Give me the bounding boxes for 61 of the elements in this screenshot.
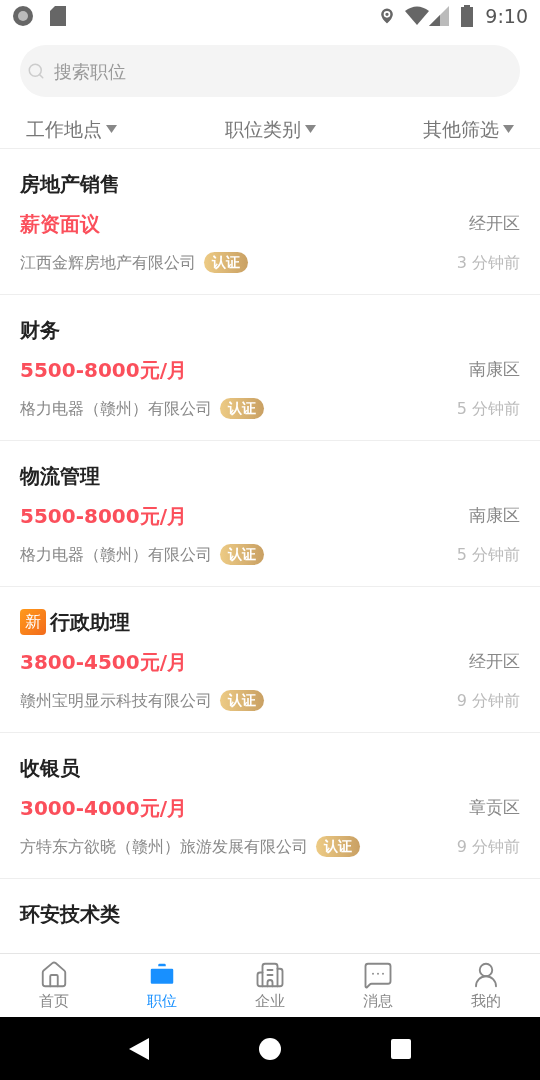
search-field[interactable]: 搜索职位: [20, 45, 520, 97]
post-time: 9 分钟前: [456, 689, 520, 712]
job-card[interactable]: 财务 5500-8000元/月 南康区 格力电器（赣州）有限公司 认证 5 分钟前: [0, 294, 540, 441]
nav-tab[interactable]: 职位: [108, 954, 216, 1017]
job-card[interactable]: 房地产销售 薪资面议 经开区 江西金辉房地产有限公司 认证 3 分钟前: [0, 148, 540, 295]
certified-badge: 认证: [316, 836, 360, 857]
clock-time: 9:10: [485, 3, 528, 29]
district: 南康区: [469, 503, 520, 527]
signal-icon: [429, 6, 450, 26]
job-card[interactable]: 物流管理 5500-8000元/月 南康区 格力电器（赣州）有限公司 认证 5 分钟前: [0, 440, 540, 587]
salary: 5500-8000元/月: [20, 356, 187, 384]
circle-icon: [12, 5, 34, 27]
messages-icon: [363, 960, 393, 990]
new-badge: 新: [20, 608, 46, 635]
post-time: 3 分钟前: [456, 251, 520, 274]
job-title: 行政助理: [50, 608, 130, 636]
job-title: 收银员: [20, 754, 80, 782]
company-name: 方特东方欲晓（赣州）旅游发展有限公司: [20, 835, 308, 858]
filter-dropdown[interactable]: 工作地点: [26, 115, 117, 144]
district: 经开区: [469, 649, 520, 673]
caret-icon: [106, 125, 117, 134]
salary: 5500-8000元/月: [20, 502, 187, 530]
nav-tab[interactable]: 我的: [432, 954, 540, 1017]
job-title: 环安技术类: [20, 900, 120, 928]
certified-badge: 认证: [204, 252, 248, 273]
nav-tab[interactable]: 消息: [324, 954, 432, 1017]
district: 章贡区: [469, 795, 520, 819]
job-title: 财务: [20, 316, 60, 344]
salary: 3000-4000元/月: [20, 794, 187, 822]
battery-icon: [461, 5, 474, 27]
recents-icon[interactable]: [391, 1038, 411, 1059]
salary: 薪资面议: [20, 210, 100, 238]
job-card[interactable]: 新 行政助理 3800-4500元/月 经开区 赣州宝明显示科技有限公司 认证 9 分钟前: [0, 586, 540, 733]
district: 南康区: [469, 357, 520, 381]
post-time: 9 分钟前: [456, 835, 520, 858]
company-icon: [255, 960, 285, 990]
salary: 3800-4500元/月: [20, 648, 187, 676]
job-title: 房地产销售: [20, 170, 120, 198]
home-button-icon[interactable]: [259, 1037, 281, 1060]
home-icon: [39, 960, 69, 990]
company-name: 江西金辉房地产有限公司: [20, 251, 196, 274]
post-time: 5 分钟前: [456, 543, 520, 566]
search-icon: [27, 62, 45, 80]
company-name: 格力电器（赣州）有限公司: [20, 397, 212, 420]
back-icon[interactable]: [129, 1037, 149, 1060]
company-name: 赣州宝明显示科技有限公司: [20, 689, 212, 712]
district: 经开区: [469, 211, 520, 235]
caret-icon: [304, 125, 316, 134]
company-name: 格力电器（赣州）有限公司: [20, 543, 212, 566]
nav-tab[interactable]: 企业: [216, 954, 324, 1017]
certified-badge: 认证: [220, 398, 264, 419]
job-title: 物流管理: [20, 462, 100, 490]
nav-tab[interactable]: 首页: [0, 954, 108, 1017]
filter-dropdown[interactable]: 职位类别: [224, 115, 316, 144]
sd-card-icon: [50, 6, 66, 26]
certified-badge: 认证: [220, 544, 264, 565]
certified-badge: 认证: [220, 690, 264, 711]
caret-icon: [503, 125, 514, 134]
post-time: 5 分钟前: [456, 397, 520, 420]
filter-dropdown[interactable]: 其他筛选: [423, 115, 514, 144]
job-card[interactable]: 收银员 3000-4000元/月 章贡区 方特东方欲晓（赣州）旅游发展有限公司 认证 9 分钟前: [0, 732, 540, 879]
